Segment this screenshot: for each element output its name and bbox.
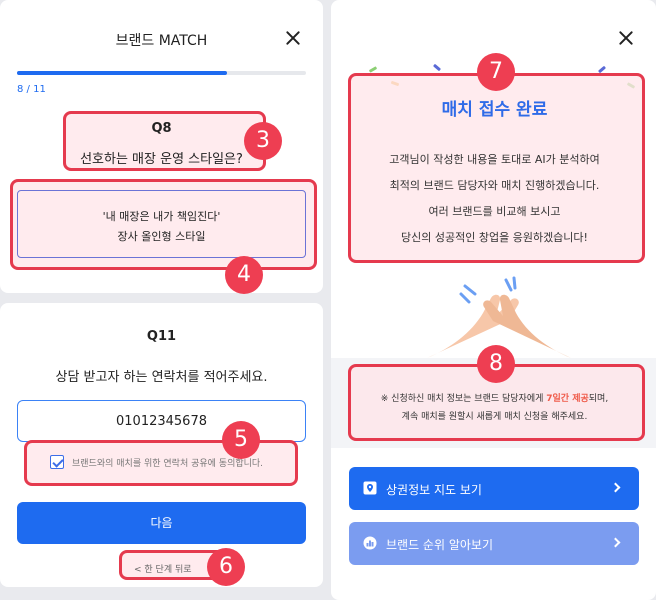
answer-option-selected[interactable]: '내 매장은 내가 책임진다' 장사 올인형 스타일 [17, 190, 306, 258]
completion-title: 매치 접수 완료 [441, 100, 548, 120]
brand-ranking-button[interactable]: 브랜드 순위 알아보기 [349, 522, 639, 565]
progress-fill [17, 71, 228, 75]
progress-text: 8 / 11 [17, 84, 46, 95]
question-text-q11: 상담 받고자 하는 연락처를 적어주세요. [55, 370, 268, 385]
annotation-badge-4: 4 [225, 256, 263, 294]
page-title: 브랜드 MATCH [115, 33, 208, 49]
notice-suffix: 되며, [588, 394, 609, 404]
question-label-q11: Q11 [146, 329, 177, 344]
notice-highlight: 7일간 제공 [546, 394, 589, 404]
completion-body-line-3: 여러 브랜드를 비교해 보시고 [428, 205, 561, 218]
screen: 브랜드 MATCH 8 / 11 Q8 선호하는 매장 운영 스타일은? 3 '… [0, 0, 656, 600]
next-button[interactable]: 다음 [17, 502, 306, 544]
answer-line-1: '내 매장은 내가 책임진다' [102, 210, 221, 223]
completion-body-line-1: 고객님이 작성한 내용을 토대로 AI가 분석하여 [389, 153, 600, 166]
map-pin-icon [363, 481, 377, 495]
completion-body-line-4: 당신의 성공적인 창업을 응원하겠습니다! [401, 231, 588, 244]
answer-line-2: 장사 올인형 스타일 [117, 230, 206, 243]
progress-bar [17, 71, 306, 75]
notice-line-1: ※ 신청하신 매치 정보는 브랜드 담당자에게 7일간 제공되며, [352, 391, 637, 404]
consent-checkbox[interactable] [50, 455, 64, 469]
map-view-button[interactable]: 상권정보 지도 보기 [349, 467, 639, 510]
annotation-badge-8: 8 [477, 345, 515, 383]
chevron-right-icon [610, 537, 621, 548]
annotation-badge-6: 6 [207, 548, 245, 586]
map-view-label: 상권정보 지도 보기 [386, 483, 482, 497]
phone-input[interactable] [17, 400, 306, 442]
close-icon[interactable] [618, 30, 634, 46]
rank-icon [363, 536, 377, 550]
annotation-badge-5: 5 [222, 421, 260, 459]
notice-prefix: ※ 신청하신 매치 정보는 브랜드 담당자에게 [380, 394, 547, 404]
annotation-badge-7: 7 [477, 53, 515, 91]
notice-line-2: 계속 매치를 원할시 새롭게 매치 신청을 해주세요. [401, 412, 588, 422]
completion-body-line-2: 최적의 브랜드 담당자와 매치 진행하겠습니다. [389, 179, 600, 192]
back-link[interactable]: < 한 단계 뒤로 [134, 562, 192, 575]
chevron-right-icon [610, 482, 621, 493]
close-icon[interactable] [285, 30, 301, 46]
annotation-badge-3: 3 [244, 122, 282, 160]
brand-ranking-label: 브랜드 순위 알아보기 [386, 538, 493, 552]
